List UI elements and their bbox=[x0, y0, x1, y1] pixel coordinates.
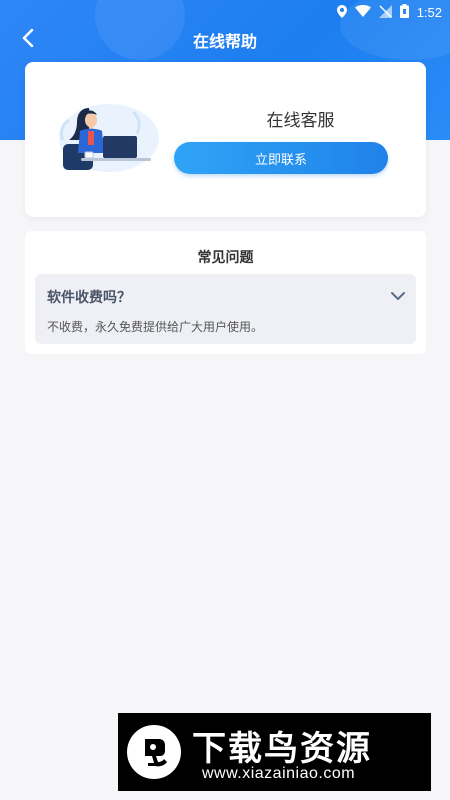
faq-question: 软件收费吗？ bbox=[47, 290, 131, 306]
contact-now-button[interactable]: 立即联系 bbox=[174, 142, 388, 174]
status-bar: 1:52 bbox=[0, 0, 450, 24]
chevron-down-icon[interactable] bbox=[390, 288, 406, 304]
location-icon bbox=[336, 4, 347, 21]
watermark-logo bbox=[127, 725, 181, 779]
watermark-banner: 下载鸟资源 www.xiazainiao.com bbox=[118, 713, 431, 791]
battery-icon bbox=[399, 4, 409, 21]
customer-service-illustration bbox=[51, 100, 161, 180]
title-bar: 在线帮助 bbox=[0, 24, 450, 56]
faq-item[interactable]: 软件收费吗？ 不收费，永久免费提供给广大用户使用。 bbox=[35, 274, 416, 344]
watermark-url: www.xiazainiao.com bbox=[202, 765, 356, 782]
online-service-card: 在线客服 立即联系 bbox=[25, 62, 426, 217]
wifi-icon bbox=[354, 5, 371, 20]
no-signal-icon bbox=[378, 4, 392, 21]
faq-answer: 不收费，永久免费提供给广大用户使用。 bbox=[47, 320, 264, 334]
page-title: 在线帮助 bbox=[192, 32, 257, 51]
faq-card: 常见问题 软件收费吗？ 不收费，永久免费提供给广大用户使用。 bbox=[25, 231, 426, 354]
status-time: 1:52 bbox=[416, 5, 442, 20]
faq-section-title: 常见问题 bbox=[197, 250, 254, 266]
watermark-title: 下载鸟资源 bbox=[192, 729, 372, 769]
service-title: 在线客服 bbox=[266, 111, 335, 131]
